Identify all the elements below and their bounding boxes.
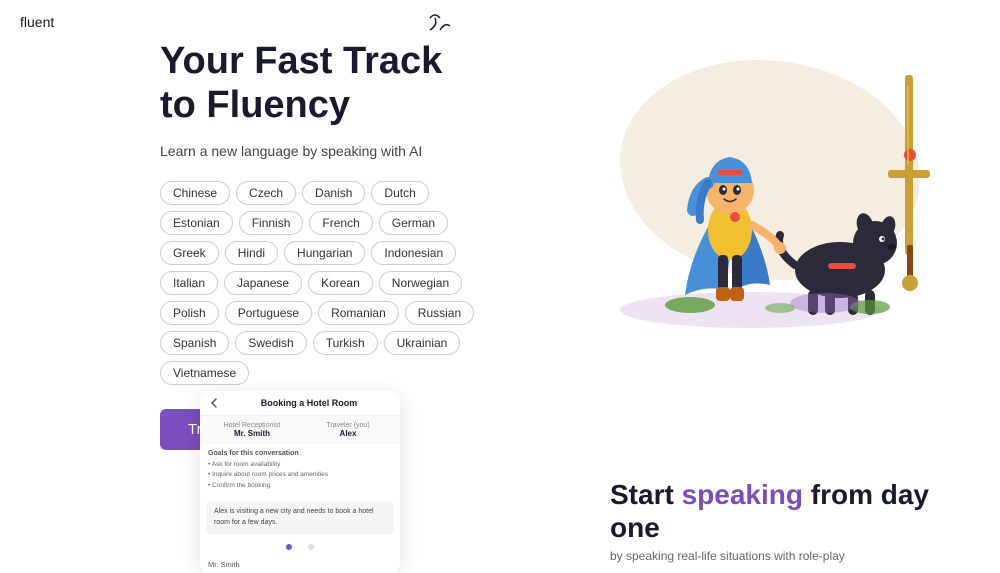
language-tag: Greek	[160, 241, 219, 265]
card-roles: Hotel Receptionist Mr. Smith Traveler (y…	[200, 416, 400, 444]
language-tag: Estonian	[160, 211, 233, 235]
title-part1: Start	[610, 479, 682, 510]
start-speaking-subtitle: by speaking real-life situations with ro…	[610, 549, 950, 563]
logo: fluent	[20, 14, 54, 30]
language-tag: Portuguese	[225, 301, 312, 325]
language-tag: German	[379, 211, 448, 235]
language-tag: Korean	[308, 271, 373, 295]
back-arrow-icon	[208, 397, 220, 409]
goal-3: • Confirm the booking	[208, 481, 392, 491]
language-tag: Czech	[236, 181, 296, 205]
language-tag: Dutch	[371, 181, 428, 205]
language-tag: Spanish	[160, 331, 229, 355]
language-tag: Chinese	[160, 181, 230, 205]
card-scenario: Alex is visiting a new city and needs to…	[206, 501, 394, 534]
role-receptionist: Hotel Receptionist Mr. Smith	[208, 422, 296, 438]
language-tag: Norwegian	[379, 271, 462, 295]
language-tag: Finnish	[239, 211, 304, 235]
language-tag: Turkish	[313, 331, 378, 355]
start-speaking-section: Start speaking from day one by speaking …	[610, 478, 950, 563]
dot-1	[308, 544, 314, 550]
speaker-name-tag: Mr. Smith	[200, 556, 400, 573]
goals-title: Goals for this conversation	[208, 450, 392, 457]
role2-name: Alex	[340, 429, 357, 438]
role1-name: Mr. Smith	[234, 429, 270, 438]
dot-active	[286, 544, 292, 550]
language-tag: French	[309, 211, 372, 235]
role2-label: Traveler (you)	[304, 422, 392, 429]
language-tag: Danish	[302, 181, 365, 205]
language-tag: Japanese	[224, 271, 302, 295]
goal-1: • Ask for room availability	[208, 460, 392, 470]
language-tags-container: ChineseCzechDanishDutch EstonianFinnishFr…	[160, 181, 500, 385]
hero-title: Your Fast Track to Fluency	[160, 40, 540, 127]
language-tag: Hungarian	[284, 241, 365, 265]
role-traveler: Traveler (you) Alex	[304, 422, 392, 438]
language-tag: Russian	[405, 301, 474, 325]
booking-card: Booking a Hotel Room Hotel Receptionist …	[200, 391, 400, 573]
card-title: Booking a Hotel Room	[226, 398, 392, 408]
goal-2: • Inquire about room prices and amenitie…	[208, 470, 392, 480]
hero-section: Your Fast Track to Fluency Learn a new l…	[160, 40, 540, 450]
language-tag: Vietnamese	[160, 361, 249, 385]
language-tag: Hindi	[225, 241, 278, 265]
language-tag: Ukrainian	[384, 331, 461, 355]
language-tag: Polish	[160, 301, 219, 325]
card-footer-dots	[200, 538, 400, 556]
card-goals: Goals for this conversation • Ask for ro…	[200, 444, 400, 497]
language-tag: Swedish	[235, 331, 306, 355]
hero-illustration	[530, 15, 970, 345]
title-highlight: speaking	[682, 479, 803, 510]
language-tag: Indonesian	[371, 241, 456, 265]
role1-label: Hotel Receptionist	[208, 422, 296, 429]
language-tag: Italian	[160, 271, 218, 295]
language-tag: Romanian	[318, 301, 399, 325]
card-header: Booking a Hotel Room	[200, 391, 400, 416]
hero-subtitle: Learn a new language by speaking with AI	[160, 143, 540, 159]
start-speaking-title: Start speaking from day one	[610, 478, 950, 545]
